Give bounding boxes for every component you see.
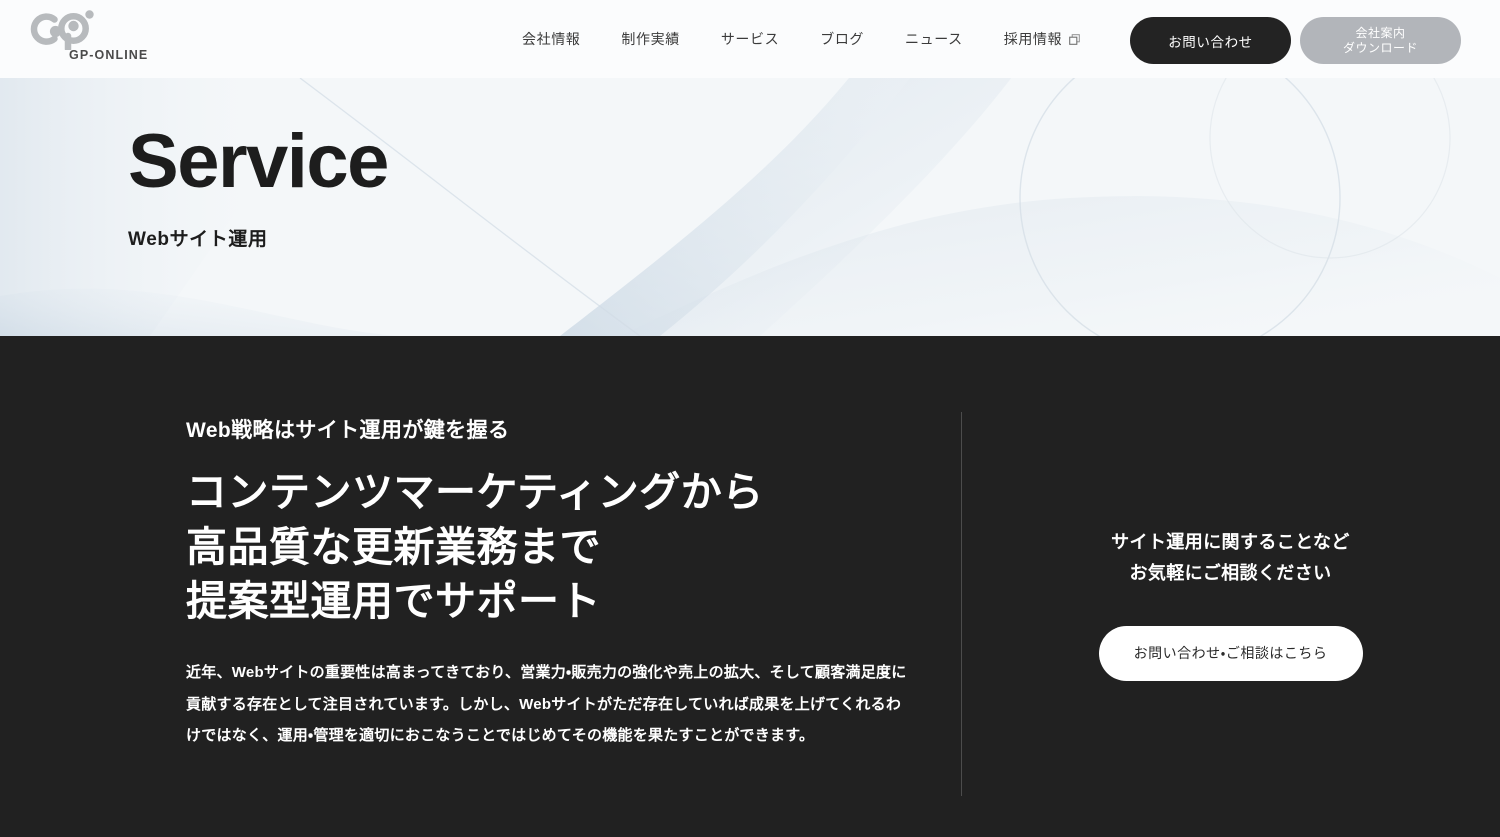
header-download-button-line1: 会社案内 <box>1355 25 1406 40</box>
section-body-text: 近年、Webサイトの重要性は高まってきており、営業力・販売力の強化や売上の拡大、… <box>186 663 907 745</box>
nav-item-label: 採用情報 <box>1003 31 1063 47</box>
nav-item-label: 制作実績 <box>621 31 680 47</box>
section-headline-line3: 提案型運用でサポート <box>186 578 601 625</box>
section-headline-line2: 高品質な更新業務まで <box>186 523 601 570</box>
cta-contact-button[interactable]: お問い合わせ・ご相談はこちら <box>1098 625 1363 681</box>
nav-item-label: ニュース <box>905 31 963 47</box>
nav-item-blog[interactable]: ブログ <box>820 29 864 49</box>
nav-item-company[interactable]: 会社情報 <box>522 29 580 49</box>
header-download-button-line2: ダウンロード <box>1342 40 1418 55</box>
nav-item-news[interactable]: ニュース <box>905 29 963 49</box>
cta-contact-button-label: お問い合わせ・ご相談はこちら <box>1133 645 1328 662</box>
site-header: GP-ONLINE 会社情報 制作実績 サービス ブログ ニュース 採用情報 お… <box>0 0 1500 78</box>
external-link-icon <box>1069 33 1080 45</box>
header-contact-button[interactable]: お問い合わせ <box>1130 17 1291 64</box>
gp-logo-mark-icon <box>28 8 120 50</box>
header-contact-button-label: お問い合わせ <box>1168 34 1253 50</box>
page-title: Service <box>128 119 389 204</box>
cta-column: サイト運用に関することなど お気軽にご相談ください お問い合わせ・ご相談はこちら <box>961 412 1500 796</box>
header-download-button[interactable]: 会社案内 ダウンロード <box>1300 17 1461 64</box>
page-subtitle: Webサイト運用 <box>128 229 268 250</box>
nav-item-service[interactable]: サービス <box>721 29 779 49</box>
primary-navigation: 会社情報 制作実績 サービス ブログ ニュース 採用情報 <box>522 0 1080 78</box>
hero-text-block: Service Webサイト運用 <box>128 119 389 251</box>
intro-text-column: Web戦略はサイト運用が鍵を握る コンテンツマーケティングから 高品質な更新業務… <box>186 418 908 752</box>
nav-item-recruit[interactable]: 採用情報 <box>1004 29 1080 49</box>
cta-lead-text: サイト運用に関することなど お気軽にご相談ください <box>1111 527 1350 587</box>
logo-wordmark: GP-ONLINE <box>69 48 149 62</box>
nav-item-label: 会社情報 <box>522 31 581 47</box>
section-eyebrow: Web戦略はサイト運用が鍵を握る <box>186 419 510 442</box>
hero-banner: Service Webサイト運用 <box>0 78 1500 336</box>
nav-item-label: サービス <box>720 31 780 47</box>
section-headline-line1: コンテンツマーケティングから <box>186 469 764 516</box>
cta-lead-line1: サイト運用に関することなど <box>1111 532 1350 553</box>
intro-section: Web戦略はサイト運用が鍵を握る コンテンツマーケティングから 高品質な更新業務… <box>0 336 1500 837</box>
nav-item-works[interactable]: 制作実績 <box>621 29 679 49</box>
cta-lead-line2: お気軽にご相談ください <box>1129 562 1332 583</box>
site-logo[interactable]: GP-ONLINE <box>28 8 178 70</box>
section-headline: コンテンツマーケティングから 高品質な更新業務まで 提案型運用でサポート <box>186 465 908 629</box>
nav-item-label: ブログ <box>820 31 865 47</box>
